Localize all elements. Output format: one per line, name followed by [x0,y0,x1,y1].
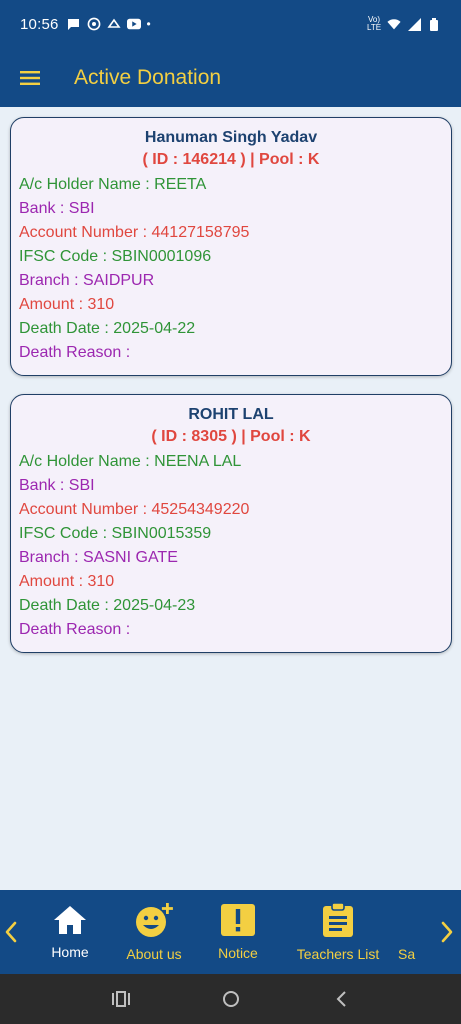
donation-list: Hanuman Singh Yadav ( ID : 146214 ) | Po… [0,107,461,890]
alert-box-icon [221,904,255,936]
ifsc-code: IFSC Code : SBIN0015359 [19,525,212,542]
battery-icon [427,17,441,31]
branch: Branch : SASNI GATE [19,549,178,566]
donor-id-pool: ( ID : 8305 ) | Pool : K [151,428,311,445]
message-icon [67,17,81,31]
death-reason: Death Reason : [19,344,131,361]
hamburger-menu-icon[interactable] [0,48,60,107]
app-notification-icon [106,17,121,31]
amount: Amount : 310 [19,573,115,590]
account-holder-name: A/c Holder Name : NEENA LAL [19,453,242,470]
account-holder-name: A/c Holder Name : REETA [19,176,207,193]
donor-id-pool: ( ID : 146214 ) | Pool : K [142,151,320,168]
donor-name: ROHIT LAL [188,406,274,423]
donor-name: Hanuman Singh Yadav [144,129,318,146]
app-bar: Active Donation [0,48,461,107]
nav-label-home: Home [51,944,89,960]
home-system-icon[interactable] [216,984,246,1014]
page-title: Active Donation [74,65,222,89]
nav-item-notice[interactable]: Notice [190,890,286,974]
status-time: 10:56 [20,15,59,33]
branch: Branch : SAIDPUR [19,272,155,289]
donation-card[interactable]: Hanuman Singh Yadav ( ID : 146214 ) | Po… [10,117,452,376]
nav-label-notice: Notice [218,945,258,961]
nav-label-about-us: About us [126,946,182,962]
recent-apps-icon[interactable] [106,984,136,1014]
death-reason: Death Reason : [19,621,131,638]
wifi-icon [387,17,401,31]
ifsc-code: IFSC Code : SBIN0001096 [19,248,212,265]
death-date: Death Date : 2025-04-22 [19,320,196,337]
bottom-navigation: Home About us Notice Teachers List Sa [0,890,461,974]
home-icon [54,906,86,934]
emoji-add-icon [136,903,173,937]
nav-label-teachers-list: Teachers List [296,946,380,962]
status-bar: 10:56 • Vo) LTE [0,0,461,48]
donation-card[interactable]: ROHIT LAL ( ID : 8305 ) | Pool : K A/c H… [10,394,452,653]
nav-item-partial[interactable]: Sa [390,890,432,974]
signal-icon [407,17,421,31]
nav-item-teachers-list[interactable]: Teachers List [286,890,390,974]
nav-scroll-right-icon[interactable] [433,890,461,974]
death-date: Death Date : 2025-04-23 [19,597,196,614]
nav-item-home[interactable]: Home [22,890,118,974]
account-number: Account Number : 45254349220 [19,501,250,518]
back-icon[interactable] [326,984,356,1014]
account-number: Account Number : 44127158795 [19,224,250,241]
system-status-icons: Vo) LTE [367,16,441,32]
amount: Amount : 310 [19,296,115,313]
nav-item-about-us[interactable]: About us [118,890,190,974]
status-dot: • [146,17,151,31]
whatsapp-icon [87,17,101,31]
nav-label-partial: Sa [398,946,416,962]
notification-icons: • [67,17,151,31]
bank-name: Bank : SBI [19,477,95,494]
system-navigation-bar [0,974,461,1024]
bank-name: Bank : SBI [19,200,95,217]
nav-scroll-left-icon[interactable] [0,890,22,974]
youtube-icon [126,17,141,31]
clipboard-icon [323,902,353,937]
network-type: Vo) LTE [367,15,382,32]
